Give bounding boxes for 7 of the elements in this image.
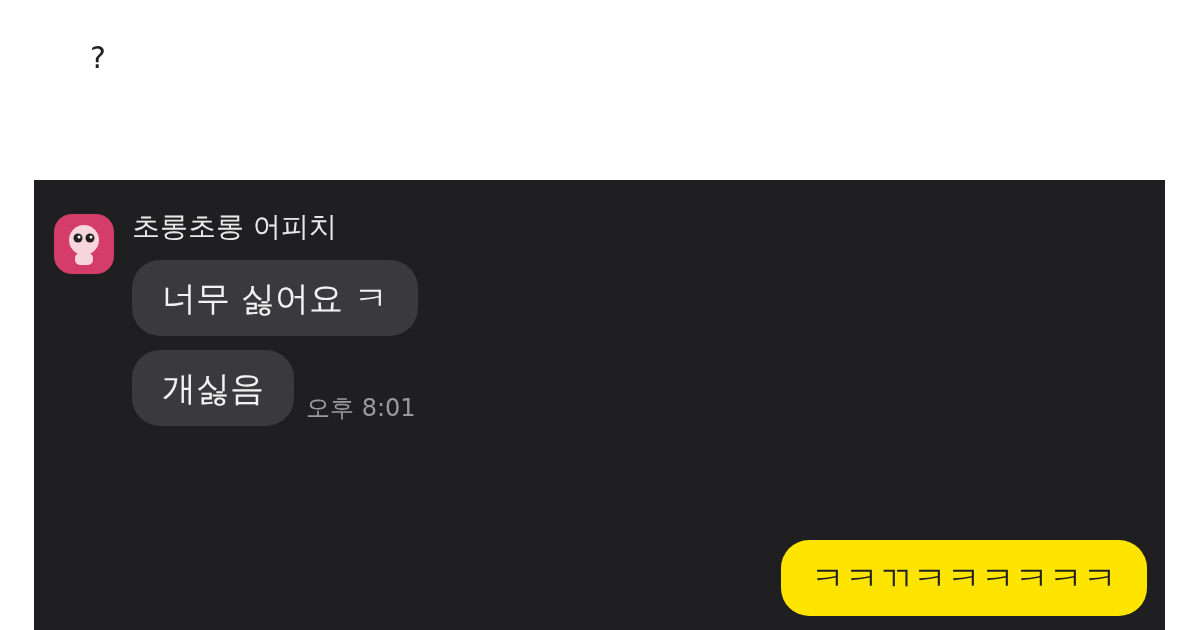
message-bubble: 너무 싫어요 ㅋ — [132, 260, 418, 337]
avatar-icon — [54, 214, 114, 274]
question-mark: ? — [90, 40, 106, 75]
sender-name: 초롱초롱 어피치 — [132, 209, 337, 245]
message-bubble: ㅋㅋㄲㅋㅋㅋㅋㅋㅋ — [781, 539, 1147, 616]
message-time: 오후 8:01 — [306, 393, 416, 425]
message-bubble: 개싫음 — [132, 350, 294, 427]
